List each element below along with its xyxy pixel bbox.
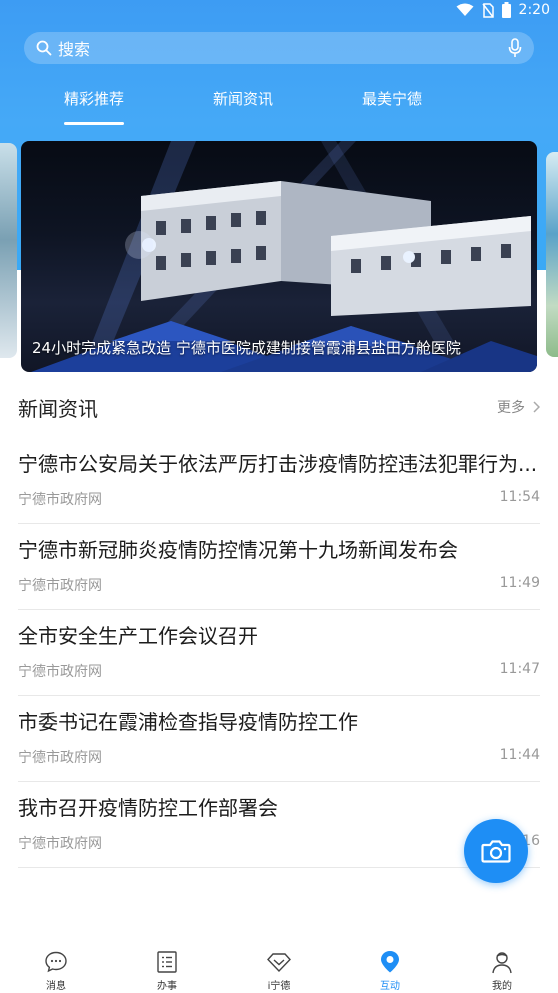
nav-label: 消息 <box>46 981 66 992</box>
news-item[interactable]: 我市召开疫情防控工作部署会 宁德市政府网 11:16 <box>18 782 540 868</box>
user-icon <box>492 952 512 974</box>
bottom-nav: 消息 办事 i宁德 互动 我的 <box>0 940 558 993</box>
carousel-next-slide[interactable] <box>546 152 558 357</box>
news-section-header: 新闻资讯 更多 <box>18 393 540 421</box>
news-title: 宁德市公安局关于依法严厉打击涉疫情防控违法犯罪行为... <box>18 452 538 476</box>
tab-news[interactable]: 新闻资讯 <box>213 88 273 109</box>
more-link[interactable]: 更多 <box>497 397 540 417</box>
no-sim-icon <box>481 2 494 18</box>
banner-caption: 24小时完成紧急改造 宁德市医院成建制接管霞浦县盐田方舱医院 <box>32 339 461 357</box>
news-source: 宁德市政府网 <box>18 750 102 766</box>
nav-item-messages[interactable]: 消息 <box>26 950 86 992</box>
status-bar: 2:20 <box>0 0 558 24</box>
nav-label: 互动 <box>380 981 400 992</box>
featured-banner[interactable]: 24小时完成紧急改造 宁德市医院成建制接管霞浦县盐田方舱医院 <box>21 141 537 372</box>
news-title: 全市安全生产工作会议召开 <box>18 624 258 648</box>
news-source: 宁德市政府网 <box>18 836 102 852</box>
news-time: 11:54 <box>499 489 540 505</box>
news-list: 宁德市公安局关于依法严厉打击涉疫情防控违法犯罪行为... 宁德市政府网 11:5… <box>18 438 540 868</box>
section-title: 新闻资讯 <box>18 397 98 421</box>
more-label: 更多 <box>497 400 525 416</box>
nav-label: 办事 <box>157 981 177 992</box>
nav-item-profile[interactable]: 我的 <box>472 950 532 992</box>
news-source: 宁德市政府网 <box>18 492 102 508</box>
diamond-icon <box>267 953 291 973</box>
tab-recommended[interactable]: 精彩推荐 <box>64 88 125 125</box>
news-title: 市委书记在霞浦检查指导疫情防控工作 <box>18 710 358 734</box>
news-item[interactable]: 全市安全生产工作会议召开 宁德市政府网 11:47 <box>18 610 540 696</box>
nav-item-interact[interactable]: 互动 <box>360 950 420 992</box>
news-item[interactable]: 宁德市新冠肺炎疫情防控情况第十九场新闻发布会 宁德市政府网 11:49 <box>18 524 540 610</box>
news-time: 11:49 <box>499 575 540 591</box>
camera-fab-button[interactable] <box>464 819 528 883</box>
news-title: 我市召开疫情防控工作部署会 <box>18 796 278 820</box>
news-item[interactable]: 宁德市公安局关于依法严厉打击涉疫情防控违法犯罪行为... 宁德市政府网 11:5… <box>18 438 540 524</box>
status-time: 2:20 <box>518 2 550 18</box>
news-item[interactable]: 市委书记在霞浦检查指导疫情防控工作 宁德市政府网 11:44 <box>18 696 540 782</box>
tab-beautiful-ningde[interactable]: 最美宁德 <box>362 88 422 109</box>
battery-icon <box>501 2 511 18</box>
nav-item-services[interactable]: 办事 <box>137 950 197 992</box>
search-bar[interactable]: 搜索 <box>24 32 534 64</box>
mic-icon[interactable] <box>508 38 522 58</box>
category-tabs: 精彩推荐 新闻资讯 最美宁德 <box>0 88 558 128</box>
search-input[interactable]: 搜索 <box>58 36 90 60</box>
list-icon <box>157 951 177 973</box>
news-time: 11:47 <box>499 661 540 677</box>
location-pin-icon <box>381 951 399 973</box>
chat-icon <box>45 951 67 973</box>
search-icon <box>36 40 52 56</box>
chevron-right-icon <box>533 401 540 413</box>
news-source: 宁德市政府网 <box>18 578 102 594</box>
news-time: 11:44 <box>499 747 540 763</box>
camera-icon <box>481 840 511 863</box>
news-source: 宁德市政府网 <box>18 664 102 680</box>
nav-item-i-ningde[interactable]: i宁德 <box>249 950 309 992</box>
wifi-icon <box>456 3 474 16</box>
carousel-prev-slide[interactable] <box>0 143 17 358</box>
nav-label: i宁德 <box>267 981 291 992</box>
news-title: 宁德市新冠肺炎疫情防控情况第十九场新闻发布会 <box>18 538 458 562</box>
nav-label: 我的 <box>492 981 512 992</box>
